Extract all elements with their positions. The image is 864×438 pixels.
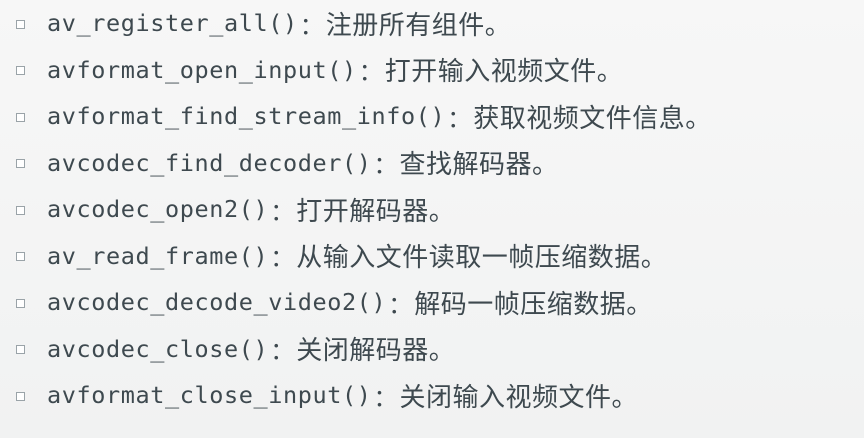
list-item: av_read_frame() ： 从输入文件读取一帧压缩数据。 — [16, 233, 864, 280]
separator: ： — [373, 151, 398, 180]
slide: av_register_all() ： 注册所有组件。 avformat_ope… — [0, 0, 864, 438]
separator: ： — [447, 104, 472, 133]
bullet-icon — [16, 205, 25, 215]
separator: ： — [358, 58, 383, 87]
function-description: 查找解码器。 — [399, 150, 559, 181]
bullet-icon — [16, 391, 25, 401]
bullet-icon — [16, 66, 25, 76]
ffmpeg-api-list: av_register_all() ： 注册所有组件。 avformat_ope… — [16, 0, 864, 419]
list-item: avformat_find_stream_info() ： 获取视频文件信息。 — [16, 93, 864, 140]
separator: ： — [270, 337, 295, 366]
function-name: avformat_find_stream_info() — [47, 102, 446, 131]
function-description: 注册所有组件。 — [325, 10, 512, 41]
function-description: 关闭输入视频文件。 — [399, 382, 638, 413]
bullet-icon — [16, 19, 25, 29]
list-item: avformat_open_input() ： 打开输入视频文件。 — [16, 47, 864, 94]
function-name: av_read_frame() — [47, 241, 269, 270]
function-description: 关闭解码器。 — [296, 336, 456, 367]
list-item: avcodec_find_decoder() ： 查找解码器。 — [16, 140, 864, 187]
list-item: av_register_all() ： 注册所有组件。 — [16, 0, 864, 47]
function-description: 打开输入视频文件。 — [384, 57, 624, 88]
bullet-icon — [16, 252, 25, 262]
bullet-icon — [16, 298, 25, 308]
list-item: avcodec_close() ： 关闭解码器。 — [16, 326, 864, 373]
bullet-icon — [16, 159, 25, 169]
function-name: avcodec_close() — [47, 334, 269, 363]
function-description: 打开解码器。 — [296, 196, 456, 227]
function-description: 获取视频文件信息。 — [473, 103, 712, 134]
separator: ： — [388, 290, 413, 319]
function-description: 解码一帧压缩数据。 — [414, 289, 653, 320]
function-name: avcodec_open2() — [47, 195, 269, 224]
list-item: avformat_close_input() ： 关闭输入视频文件。 — [16, 372, 864, 419]
function-name: avcodec_find_decoder() — [47, 148, 372, 177]
separator: ： — [373, 383, 398, 412]
list-item: avcodec_open2() ： 打开解码器。 — [16, 186, 864, 233]
bullet-icon — [16, 345, 25, 355]
separator: ： — [299, 11, 324, 40]
function-description: 从输入文件读取一帧压缩数据。 — [296, 243, 668, 274]
function-name: avformat_close_input() — [47, 381, 372, 410]
function-name: avformat_open_input() — [47, 55, 357, 84]
function-name: avcodec_decode_video2() — [47, 288, 387, 317]
function-name: av_register_all() — [47, 9, 298, 38]
bullet-icon — [16, 112, 25, 122]
separator: ： — [270, 244, 295, 273]
list-item: avcodec_decode_video2() ： 解码一帧压缩数据。 — [16, 279, 864, 326]
separator: ： — [270, 197, 295, 226]
